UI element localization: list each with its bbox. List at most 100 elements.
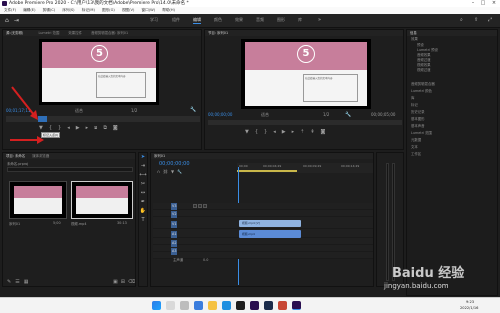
edge-icon[interactable]: [222, 301, 231, 310]
media-thumb-sequence[interactable]: [9, 181, 67, 219]
master-value[interactable]: 0.0: [203, 257, 208, 264]
track-select-tool-icon[interactable]: ⇥: [139, 162, 147, 171]
right-panel-section[interactable]: 元数据: [407, 137, 497, 144]
program-timecode[interactable]: 00;00;00;00: [208, 112, 232, 117]
right-panel-section[interactable]: 基本声音: [407, 123, 497, 130]
import-icon[interactable]: ⇥: [14, 17, 19, 24]
menu-edit[interactable]: 编辑(E): [23, 8, 35, 12]
workspace-libraries[interactable]: 库: [298, 17, 302, 23]
project-search-input[interactable]: [7, 167, 133, 172]
lock-icon[interactable]: [193, 204, 197, 208]
widgets-icon[interactable]: [194, 301, 203, 310]
right-panel-section[interactable]: 库: [407, 95, 497, 102]
track-label[interactable]: A1: [171, 231, 178, 238]
workspace-editing[interactable]: 编辑: [193, 17, 201, 24]
workspace-learn[interactable]: 学习: [150, 17, 158, 23]
track-label[interactable]: A2: [171, 240, 178, 247]
program-mark-out-icon[interactable]: {: [255, 129, 264, 135]
slip-tool-icon[interactable]: ↔: [139, 189, 147, 198]
right-panel-section[interactable]: 音频剪辑混合器: [407, 81, 497, 88]
source-fit-dropdown[interactable]: 适合: [75, 108, 83, 114]
step-back-icon[interactable]: ◂: [67, 125, 76, 131]
workspace-graphics[interactable]: 图形: [277, 17, 285, 23]
audio-track-a1[interactable]: A1 视频.mp4: [153, 229, 373, 238]
fullscreen-icon[interactable]: ⤢: [488, 17, 492, 23]
store-icon[interactable]: [236, 301, 245, 310]
clock-time[interactable]: 9:23: [466, 300, 474, 304]
clock-date[interactable]: 2022/1/16: [460, 306, 478, 310]
media-browser-tab[interactable]: 媒体浏览器: [32, 154, 49, 158]
menu-window[interactable]: 窗口(W): [142, 8, 156, 12]
program-mark-in-icon[interactable]: ▼: [245, 129, 255, 135]
program-time-ruler[interactable]: [208, 120, 402, 125]
linked-selection-icon[interactable]: ⛓: [163, 169, 171, 174]
new-bin-icon[interactable]: ▣: [113, 279, 121, 285]
audio-clip[interactable]: 视频.mp4: [239, 230, 301, 238]
menu-sequence[interactable]: 序列(S): [62, 8, 74, 12]
extract-icon[interactable]: ⇞: [310, 129, 320, 135]
program-settings-icon[interactable]: 🔧: [345, 112, 351, 118]
menu-marker[interactable]: 标记(M): [82, 8, 95, 12]
timeline-timecode[interactable]: 00;00;00;00: [159, 161, 190, 167]
export-frame-icon[interactable]: ◙: [113, 125, 124, 131]
video-clip[interactable]: 视频.mp4 [V]: [239, 220, 301, 227]
effects-tree-item[interactable]: 视频过渡: [413, 68, 497, 73]
source-resolution-dropdown[interactable]: 1/2: [131, 108, 137, 113]
workspace-effects[interactable]: 效果: [235, 17, 243, 23]
media-thumb-video[interactable]: [71, 181, 133, 219]
audio-track-a3[interactable]: A3: [153, 245, 373, 255]
more-workspaces-icon[interactable]: »: [318, 17, 321, 23]
workspace-color[interactable]: 颜色: [214, 17, 222, 23]
icon-view-icon[interactable]: ▦: [24, 279, 33, 285]
video-track-v3[interactable]: V3: [153, 203, 373, 210]
track-label[interactable]: V2: [171, 211, 178, 218]
timeline-tab[interactable]: 序列01: [154, 154, 165, 158]
program-label[interactable]: 节目: 序列01: [208, 31, 228, 35]
menu-graphics[interactable]: 图形(G): [102, 8, 115, 12]
program-export-frame-icon[interactable]: ◙: [321, 129, 332, 135]
menu-help[interactable]: 帮助(H): [162, 8, 175, 12]
source-settings-icon[interactable]: 🔧: [190, 107, 196, 113]
right-panel-section[interactable]: Lumetri 范围: [407, 130, 497, 137]
source-tab-effect-controls[interactable]: 效果控件: [68, 31, 82, 35]
program-step-back-icon[interactable]: ◂: [273, 129, 282, 135]
timeline-ruler[interactable]: 00;00 00;00;04;29 00;00;09;29 00;00;14;2…: [237, 163, 373, 173]
ripple-edit-tool-icon[interactable]: ⟷: [139, 171, 147, 180]
razor-tool-icon[interactable]: ✂: [139, 180, 147, 189]
menu-clip[interactable]: 剪辑(C): [43, 8, 56, 12]
program-step-forward-icon[interactable]: ▸: [292, 129, 301, 135]
type-tool-icon[interactable]: T: [139, 216, 147, 225]
sync-icon[interactable]: [198, 204, 202, 208]
insert-icon[interactable]: ⧈: [94, 125, 103, 131]
search-taskbar-icon[interactable]: [166, 301, 175, 310]
close-icon[interactable]: ×: [489, 0, 499, 7]
project-tab[interactable]: 项目: 未命名: [6, 154, 25, 158]
right-panel-effects[interactable]: 效果: [407, 36, 497, 43]
task-view-icon[interactable]: [180, 301, 189, 310]
minimize-icon[interactable]: –: [468, 0, 478, 7]
source-tab-lumetri[interactable]: Lumetri 范围: [38, 31, 59, 35]
menu-file[interactable]: 文件(F): [4, 8, 16, 12]
right-panel-section[interactable]: 标记: [407, 102, 497, 109]
track-label[interactable]: V3: [171, 203, 178, 210]
program-go-in-icon[interactable]: }: [264, 129, 273, 135]
app-icon[interactable]: [278, 301, 287, 310]
work-area-bar[interactable]: [237, 170, 297, 172]
pencil-icon[interactable]: ✎: [7, 279, 15, 285]
file-explorer-icon[interactable]: [208, 301, 217, 310]
share-icon[interactable]: ⇪: [474, 17, 478, 23]
right-panel-section[interactable]: 历史记录: [407, 109, 497, 116]
step-forward-icon[interactable]: ▸: [86, 125, 95, 131]
search-icon[interactable]: ⌕: [460, 17, 463, 23]
program-play-icon[interactable]: ▶: [282, 129, 292, 135]
video-track-v1[interactable]: V1 视频.mp4 [V]: [153, 217, 373, 229]
mark-out-icon[interactable]: {: [49, 125, 58, 131]
maximize-icon[interactable]: □: [478, 0, 488, 7]
right-panel-section[interactable]: 基本图形: [407, 116, 497, 123]
media-name-video[interactable]: 视频.mp4: [71, 221, 86, 226]
go-to-in-icon[interactable]: }: [58, 125, 67, 131]
pen-tool-icon[interactable]: ✒: [139, 198, 147, 207]
audio-track-a2[interactable]: A2: [153, 238, 373, 247]
lift-icon[interactable]: ⇡: [300, 129, 310, 135]
menu-view[interactable]: 视图(V): [122, 8, 134, 12]
